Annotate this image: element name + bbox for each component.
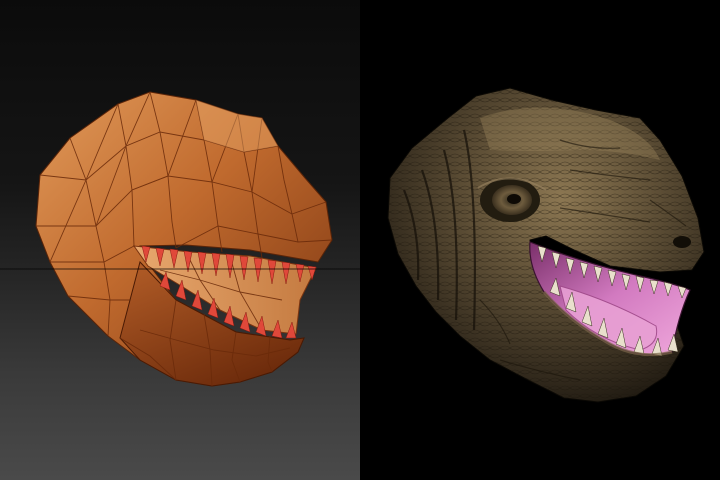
sculpted-eye-pupil (507, 194, 521, 204)
sculpted-panel (360, 0, 720, 480)
image-canvas (0, 0, 720, 480)
sculpted-trex-head-illustration (387, 87, 705, 403)
lowpoly-panel (0, 0, 360, 480)
sculpted-nostril (673, 236, 691, 248)
lowpoly-trex-head-illustration (35, 91, 333, 387)
